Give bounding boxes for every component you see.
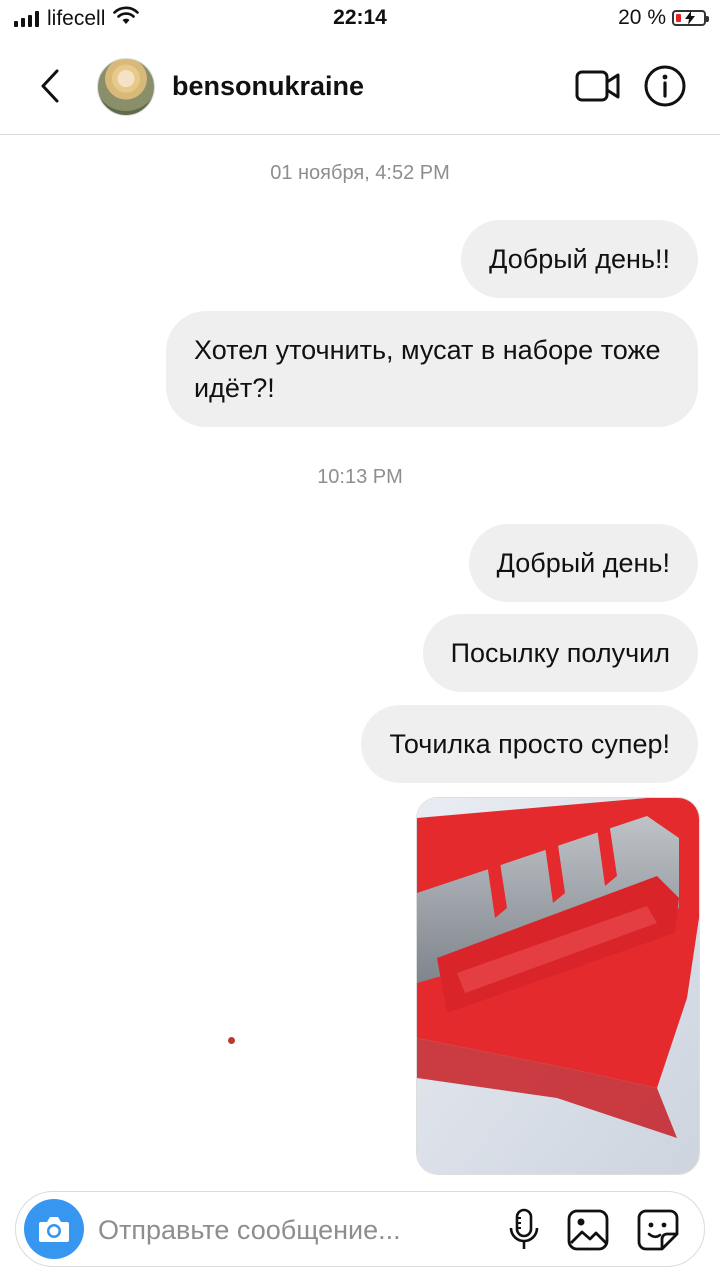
info-icon [644,65,686,107]
avatar[interactable] [97,58,155,116]
chat-header: bensonukraine [0,38,720,135]
timestamp: 01 ноября, 4:52 PM [270,162,450,184]
camera-icon [39,1217,69,1242]
message-bubble[interactable]: Добрый день!! [461,220,698,298]
camera-button[interactable] [24,1199,84,1259]
message-composer [15,1191,705,1267]
voice-message-button[interactable] [504,1208,544,1252]
message-bubble[interactable]: Добрый день! [468,524,698,602]
timestamp: 10:13 PM [317,466,403,488]
status-bar: lifecell 22:14 20 % [0,0,720,38]
photo-message[interactable] [416,797,700,1175]
red-dot [228,1037,235,1044]
battery-icon [672,10,709,26]
gallery-button[interactable] [566,1208,610,1252]
chevron-left-icon [41,69,59,103]
battery-level [676,14,682,22]
message-input[interactable] [98,1212,478,1248]
chat-username[interactable]: bensonukraine [172,71,364,102]
video-camera-icon [575,70,620,102]
status-right: 20 % [618,6,709,30]
back-button[interactable] [30,64,70,108]
message-bubble[interactable]: Хотел уточнить, мусат в наборе тоже идёт… [166,311,698,427]
sticker-icon [637,1209,679,1251]
clock: 22:14 [333,6,387,29]
gallery-icon [567,1209,609,1251]
knife-sharpener-image [417,798,699,1174]
video-call-button[interactable] [574,66,622,106]
message-bubble[interactable]: Точилка просто супер! [361,705,698,783]
sticker-button[interactable] [636,1208,680,1252]
message-bubble[interactable]: Посылку получил [422,614,698,692]
microphone-icon [509,1208,539,1249]
info-button[interactable] [643,64,687,108]
battery-percent: 20 % [618,6,666,29]
